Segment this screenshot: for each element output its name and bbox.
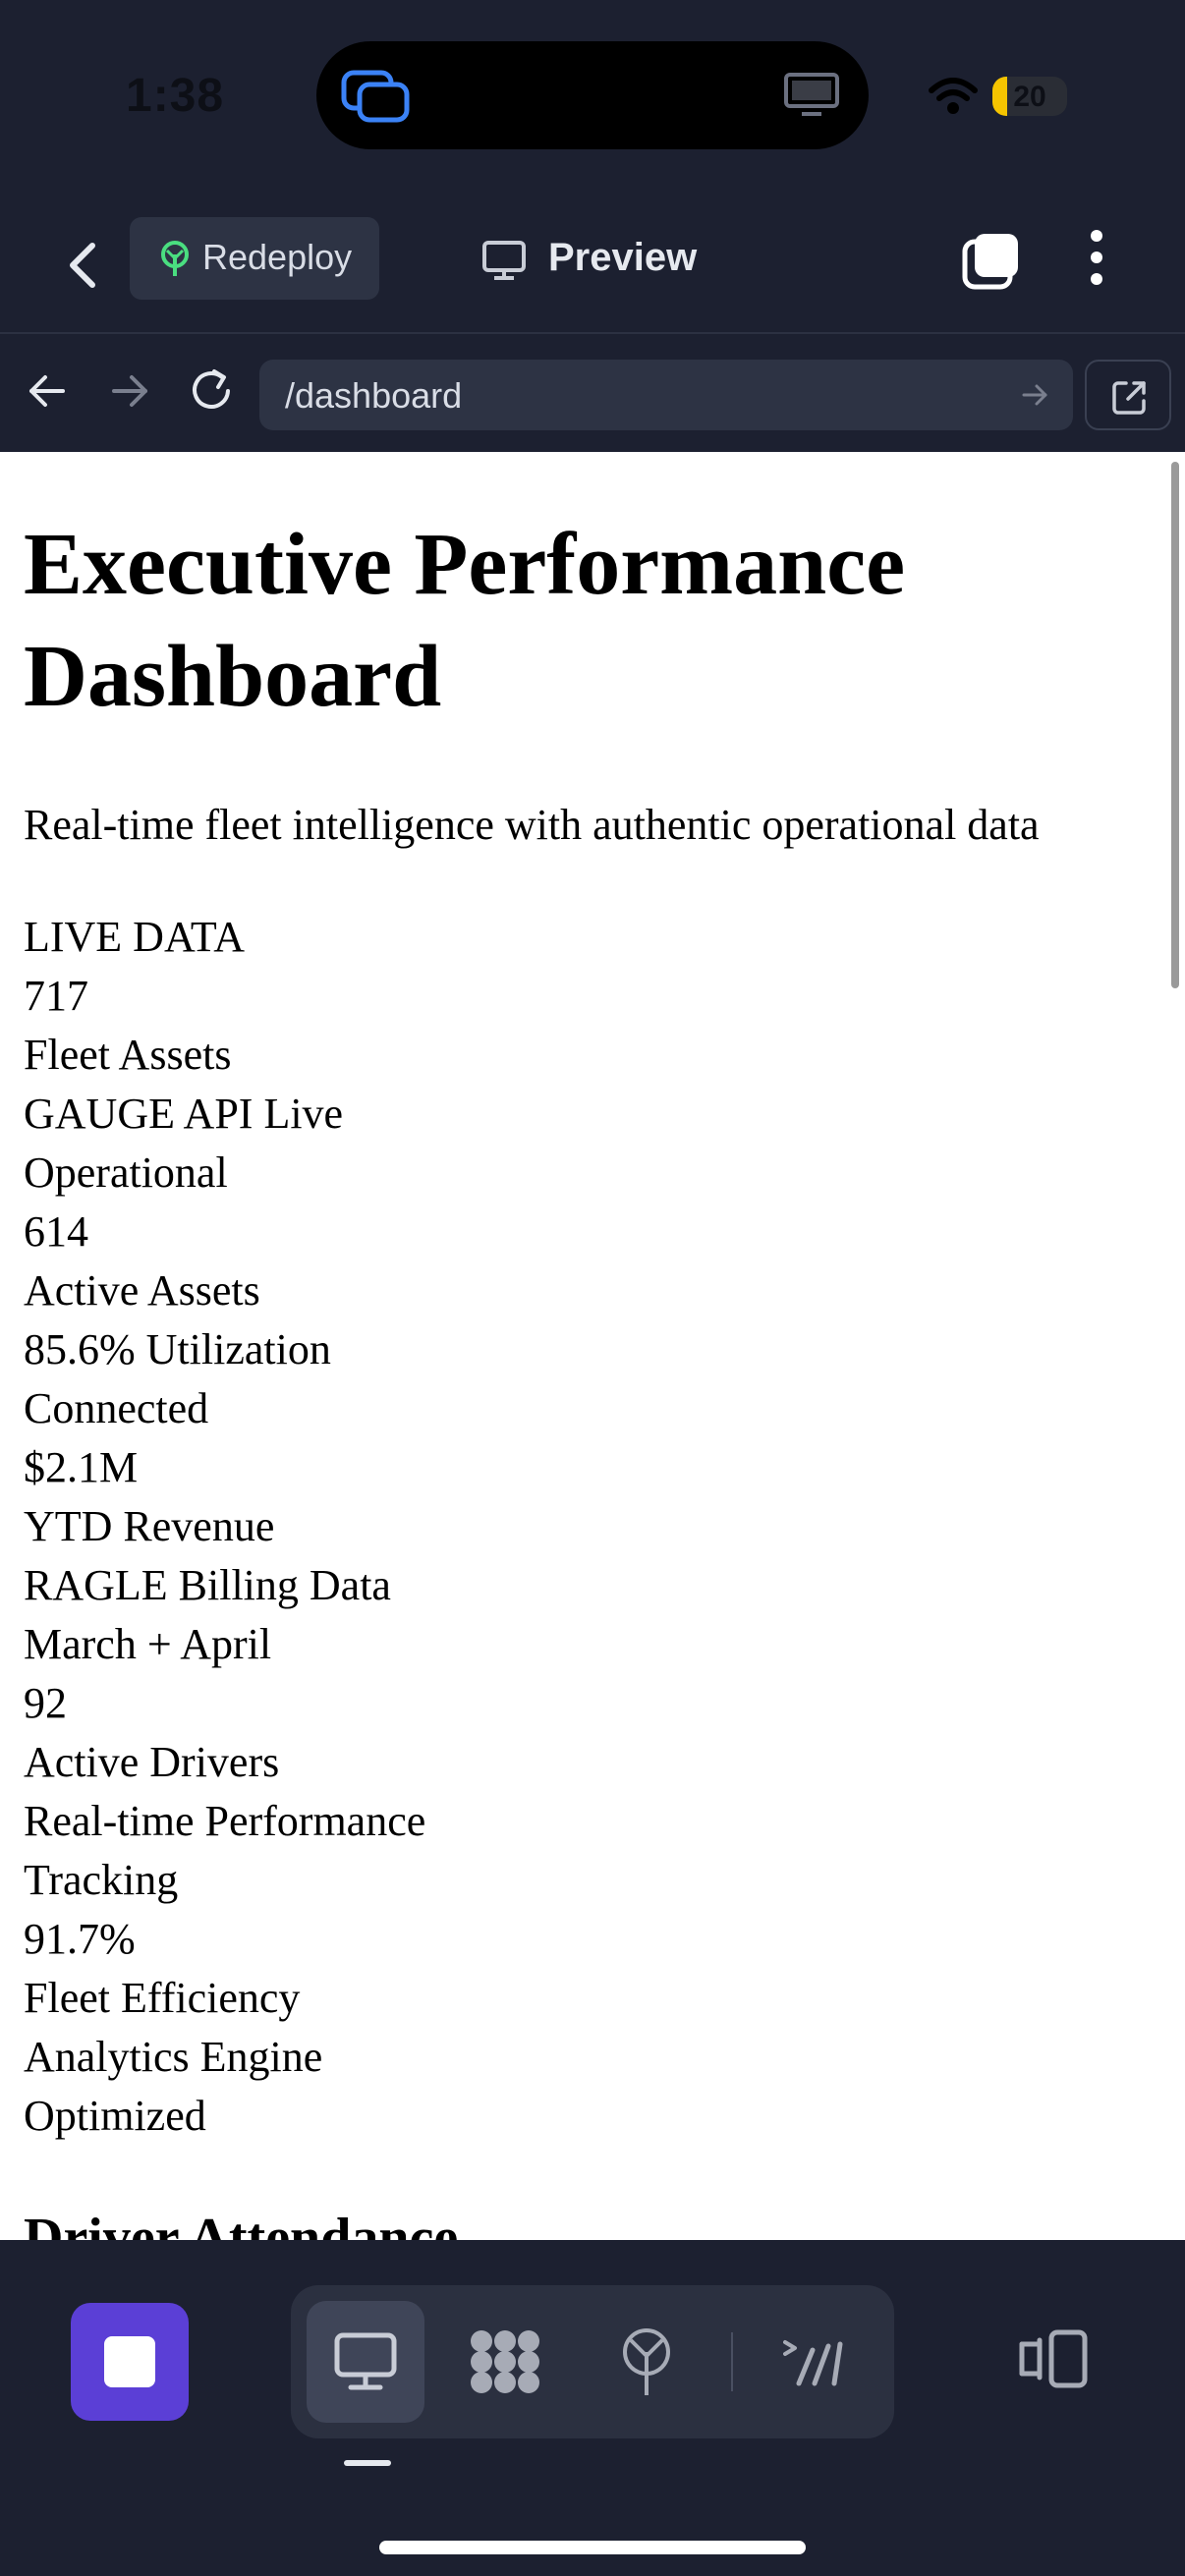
metric-line: YTD Revenue	[24, 1502, 275, 1550]
metric-line: Optimized	[24, 2092, 206, 2140]
active-tab-indicator	[344, 2460, 391, 2466]
metric-line: RAGLE Billing Data	[24, 1561, 391, 1609]
open-external-button[interactable]	[1085, 360, 1171, 430]
web-preview[interactable]: Executive Performance Dashboard Real-tim…	[0, 452, 1185, 2240]
metric-line: Active Assets	[24, 1266, 260, 1315]
tabs-icon[interactable]	[961, 230, 1022, 296]
antenna-icon	[623, 2328, 670, 2395]
redeploy-icon	[157, 239, 193, 283]
metric-line: Operational	[24, 1148, 228, 1197]
battery-icon: 20	[992, 77, 1067, 116]
section-heading: Driver Attendance	[24, 2208, 459, 2240]
metric-line: Real-time Performance	[24, 1797, 426, 1845]
battery-level: 20	[1013, 81, 1046, 113]
metric-line: $2.1M	[24, 1443, 139, 1491]
preview-label: Preview	[548, 236, 698, 279]
metric-line: GAUGE API Live	[24, 1090, 344, 1138]
reload-icon[interactable]	[189, 365, 236, 420]
status-bar: 1:38 20	[0, 0, 1185, 196]
app-header: Redeploy Preview	[0, 196, 1185, 334]
screen-share-icon	[340, 69, 411, 129]
canvas-view-button[interactable]	[446, 2301, 564, 2423]
url-input[interactable]: /dashboard	[259, 360, 1073, 430]
metric-line: 91.7%	[24, 1915, 136, 1963]
view-switcher	[291, 2285, 894, 2438]
metric-line: LIVE DATA	[24, 913, 245, 961]
scrollbar[interactable]	[1171, 462, 1179, 988]
slash-lines-icon	[783, 2340, 843, 2386]
url-go-icon[interactable]	[1020, 379, 1051, 416]
metrics-list: LIVE DATA 717 Fleet Assets GAUGE API Liv…	[24, 908, 425, 2146]
segment-divider	[731, 2332, 733, 2391]
home-indicator	[379, 2541, 806, 2554]
open-external-icon	[1112, 381, 1146, 415]
stop-icon	[104, 2336, 155, 2387]
flower-grid-icon	[471, 2330, 539, 2393]
desktop-view-button[interactable]	[307, 2301, 424, 2423]
browser-toolbar: /dashboard	[0, 336, 1185, 452]
url-text: /dashboard	[285, 375, 463, 416]
wifi-icon	[928, 77, 979, 121]
monitor-icon	[481, 240, 527, 286]
arrow-left-icon[interactable]	[26, 369, 69, 418]
monitor-icon	[782, 71, 841, 123]
desktop-icon	[334, 2332, 397, 2390]
metric-line: Connected	[24, 1384, 209, 1432]
metric-line: 614	[24, 1207, 88, 1256]
deploy-view-button[interactable]	[588, 2301, 705, 2423]
metric-line: Fleet Efficiency	[24, 1974, 301, 2022]
split-view-icon[interactable]	[1018, 2328, 1091, 2394]
page-subtitle: Real-time fleet intelligence with authen…	[24, 801, 1040, 849]
shell-view-button[interactable]	[755, 2301, 873, 2423]
metric-line: 92	[24, 1679, 67, 1727]
redeploy-button[interactable]: Redeploy	[130, 217, 379, 300]
metric-line: Tracking	[24, 1856, 179, 1904]
page-title: Executive Performance Dashboard	[24, 516, 906, 725]
redeploy-label: Redeploy	[202, 237, 353, 277]
chevron-left-icon[interactable]	[59, 234, 106, 297]
dynamic-island	[316, 41, 869, 149]
metric-line: 717	[24, 972, 88, 1020]
metric-line: March + April	[24, 1620, 272, 1668]
more-vertical-icon[interactable]	[1085, 226, 1108, 294]
arrow-right-icon[interactable]	[108, 369, 151, 418]
bottom-toolbar	[0, 2240, 1185, 2576]
metric-line: Analytics Engine	[24, 2033, 323, 2081]
metric-line: Fleet Assets	[24, 1031, 232, 1079]
status-time: 1:38	[126, 70, 225, 122]
metric-line: Active Drivers	[24, 1738, 280, 1786]
stop-button[interactable]	[71, 2303, 189, 2421]
metric-line: 85.6% Utilization	[24, 1325, 331, 1373]
